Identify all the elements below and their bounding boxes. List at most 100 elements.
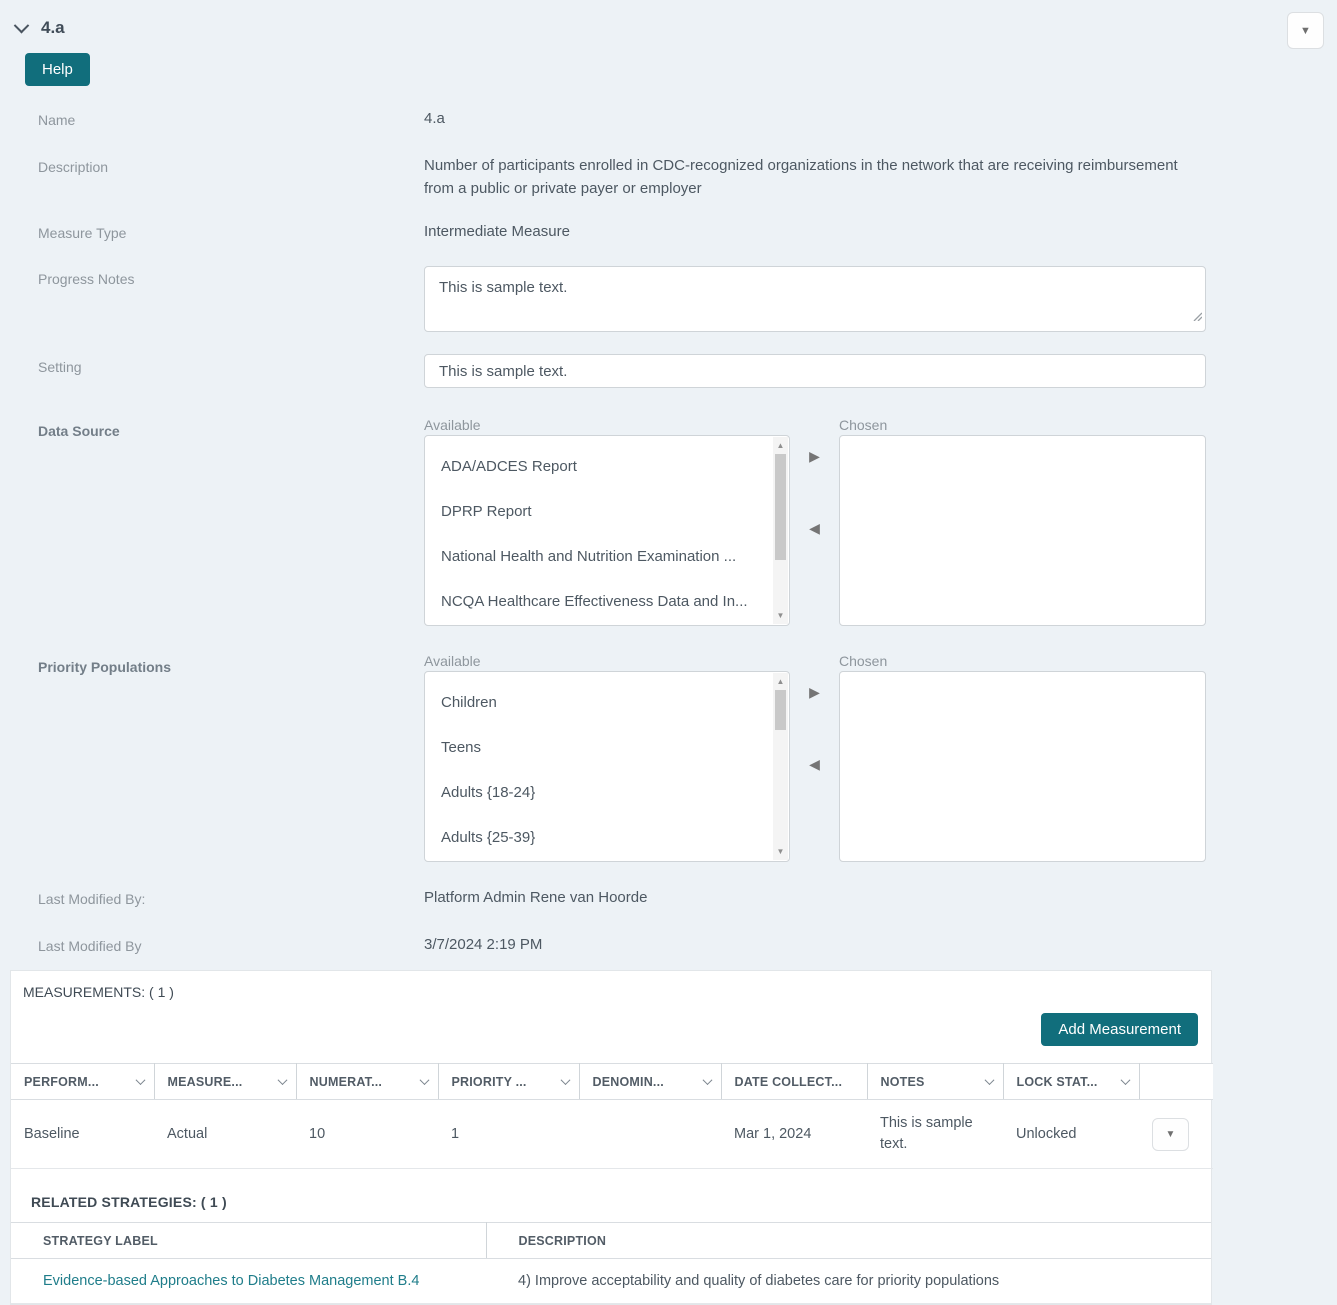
- column-header-notes[interactable]: NOTES: [867, 1064, 1003, 1100]
- panel-dropdown-button[interactable]: ▼: [1287, 12, 1324, 49]
- chevron-down-icon: [560, 1075, 570, 1085]
- measurements-title: MEASUREMENTS: ( 1 ): [11, 971, 1211, 1000]
- collapse-chevron-icon[interactable]: [14, 17, 30, 33]
- measure-form: Name 4.a Description Number of participa…: [0, 107, 1337, 956]
- column-header-date-collected[interactable]: DATE COLLECT...: [721, 1064, 867, 1100]
- priority-populations-chosen-listbox[interactable]: [839, 671, 1206, 862]
- column-header-measure[interactable]: MEASURE...: [154, 1064, 296, 1100]
- column-header-performance[interactable]: PERFORM...: [11, 1064, 154, 1100]
- priority-populations-row: Priority Populations Available Children …: [0, 654, 1337, 862]
- available-label: Available: [424, 654, 790, 668]
- name-value: 4.a: [424, 107, 1206, 130]
- setting-label: Setting: [0, 354, 424, 388]
- column-header-actions: [1139, 1064, 1213, 1100]
- chevron-down-icon: [135, 1075, 145, 1085]
- last-modified-date-label: Last Modified By: [0, 933, 424, 956]
- move-left-button[interactable]: ◀: [809, 521, 820, 535]
- column-header-description: DESCRIPTION: [486, 1223, 1211, 1259]
- caret-down-icon: ▼: [1166, 1124, 1176, 1145]
- date-collected-cell: Mar 1, 2024: [721, 1100, 867, 1169]
- related-strategies-title: RELATED STRATEGIES: ( 1 ): [11, 1169, 1211, 1210]
- column-header-numerator[interactable]: NUMERAT...: [296, 1064, 438, 1100]
- measurements-header-row: PERFORM... MEASURE... NUMERAT... PRIORIT…: [11, 1064, 1213, 1100]
- measure-type-value: Intermediate Measure: [424, 220, 1206, 243]
- numerator-cell: 10: [296, 1100, 438, 1169]
- setting-row: Setting: [0, 354, 1337, 388]
- column-header-strategy-label: STRATEGY LABEL: [11, 1223, 486, 1259]
- priority-cell: 1: [438, 1100, 579, 1169]
- measurements-table: PERFORM... MEASURE... NUMERAT... PRIORIT…: [11, 1063, 1213, 1169]
- name-label: Name: [0, 107, 424, 130]
- list-item[interactable]: Adults {25-39}: [441, 816, 769, 861]
- scroll-up-icon[interactable]: ▲: [773, 674, 788, 689]
- list-item[interactable]: ADA/ADCES Report: [441, 445, 769, 490]
- name-row: Name 4.a: [0, 107, 1337, 130]
- progress-notes-label: Progress Notes: [0, 266, 424, 332]
- table-row: Evidence-based Approaches to Diabetes Ma…: [11, 1259, 1211, 1304]
- page-title: 4.a: [41, 18, 65, 38]
- row-menu-button[interactable]: ▼: [1152, 1118, 1189, 1151]
- scroll-down-icon[interactable]: ▼: [773, 608, 788, 623]
- data-source-row: Data Source Available ADA/ADCES Report D…: [0, 418, 1337, 626]
- strategy-link[interactable]: Evidence-based Approaches to Diabetes Ma…: [43, 1273, 419, 1289]
- chosen-label: Chosen: [839, 654, 1206, 668]
- last-modified-date-value: 3/7/2024 2:19 PM: [424, 933, 1206, 956]
- chevron-down-icon: [277, 1075, 287, 1085]
- resize-grip-icon[interactable]: [1192, 305, 1202, 328]
- list-item[interactable]: NCQA Healthcare Effectiveness Data and I…: [441, 580, 769, 625]
- scroll-up-icon[interactable]: ▲: [773, 438, 788, 453]
- move-right-button[interactable]: ▶: [809, 685, 820, 699]
- list-item[interactable]: DPRP Report: [441, 490, 769, 535]
- measure-type-label: Measure Type: [0, 220, 424, 243]
- denominator-cell: [579, 1100, 721, 1169]
- chevron-down-icon: [702, 1075, 712, 1085]
- data-source-available-listbox[interactable]: ADA/ADCES Report DPRP Report National He…: [424, 435, 790, 626]
- description-value: Number of participants enrolled in CDC-r…: [424, 154, 1206, 200]
- data-source-chosen-listbox[interactable]: [839, 435, 1206, 626]
- move-left-button[interactable]: ◀: [809, 757, 820, 771]
- chevron-down-icon: [419, 1075, 429, 1085]
- priority-populations-label: Priority Populations: [0, 654, 424, 862]
- description-label: Description: [0, 154, 424, 200]
- strategy-description: 4) Improve acceptability and quality of …: [486, 1259, 1211, 1304]
- performance-cell: Baseline: [11, 1100, 154, 1169]
- chevron-down-icon: [1120, 1075, 1130, 1085]
- column-header-denominator[interactable]: DENOMIN...: [579, 1064, 721, 1100]
- measure-type-row: Measure Type Intermediate Measure: [0, 220, 1337, 243]
- column-header-lock-status[interactable]: LOCK STAT...: [1003, 1064, 1139, 1100]
- scrollbar[interactable]: ▲ ▼: [773, 673, 788, 860]
- list-item[interactable]: Children: [441, 681, 769, 726]
- measurements-panel: MEASUREMENTS: ( 1 ) Add Measurement PERF…: [10, 970, 1212, 1305]
- list-item[interactable]: National Health and Nutrition Examinatio…: [441, 535, 769, 580]
- notes-cell: This is sample text.: [867, 1100, 1003, 1169]
- chosen-label: Chosen: [839, 418, 1206, 432]
- add-measurement-button[interactable]: Add Measurement: [1041, 1013, 1198, 1046]
- progress-notes-textarea[interactable]: This is sample text.: [424, 266, 1206, 332]
- move-right-button[interactable]: ▶: [809, 449, 820, 463]
- available-label: Available: [424, 418, 790, 432]
- data-source-label: Data Source: [0, 418, 424, 626]
- list-item[interactable]: Teens: [441, 726, 769, 771]
- setting-input[interactable]: [424, 354, 1206, 388]
- related-strategies-table: STRATEGY LABEL DESCRIPTION Evidence-base…: [11, 1222, 1211, 1304]
- progress-notes-row: Progress Notes This is sample text.: [0, 266, 1337, 332]
- description-row: Description Number of participants enrol…: [0, 154, 1337, 200]
- scroll-down-icon[interactable]: ▼: [773, 844, 788, 859]
- scrollbar[interactable]: ▲ ▼: [773, 437, 788, 624]
- last-modified-by-label: Last Modified By:: [0, 886, 424, 909]
- page-header: 4.a: [0, 0, 1337, 38]
- measure-cell: Actual: [154, 1100, 296, 1169]
- list-item[interactable]: Adults {18-24}: [441, 771, 769, 816]
- priority-populations-available-listbox[interactable]: Children Teens Adults {18-24} Adults {25…: [424, 671, 790, 862]
- lock-status-cell: Unlocked: [1003, 1100, 1139, 1169]
- scrollbar-thumb[interactable]: [775, 690, 786, 730]
- help-button[interactable]: Help: [25, 53, 90, 86]
- last-modified-date-row: Last Modified By 3/7/2024 2:19 PM: [0, 933, 1337, 956]
- chevron-down-icon: [984, 1075, 994, 1085]
- column-header-priority[interactable]: PRIORITY ...: [438, 1064, 579, 1100]
- scrollbar-thumb[interactable]: [775, 454, 786, 560]
- caret-down-icon: ▼: [1300, 25, 1311, 37]
- actions-cell: ▼: [1139, 1100, 1213, 1169]
- last-modified-by-row: Last Modified By: Platform Admin Rene va…: [0, 886, 1337, 909]
- last-modified-by-value: Platform Admin Rene van Hoorde: [424, 886, 1206, 909]
